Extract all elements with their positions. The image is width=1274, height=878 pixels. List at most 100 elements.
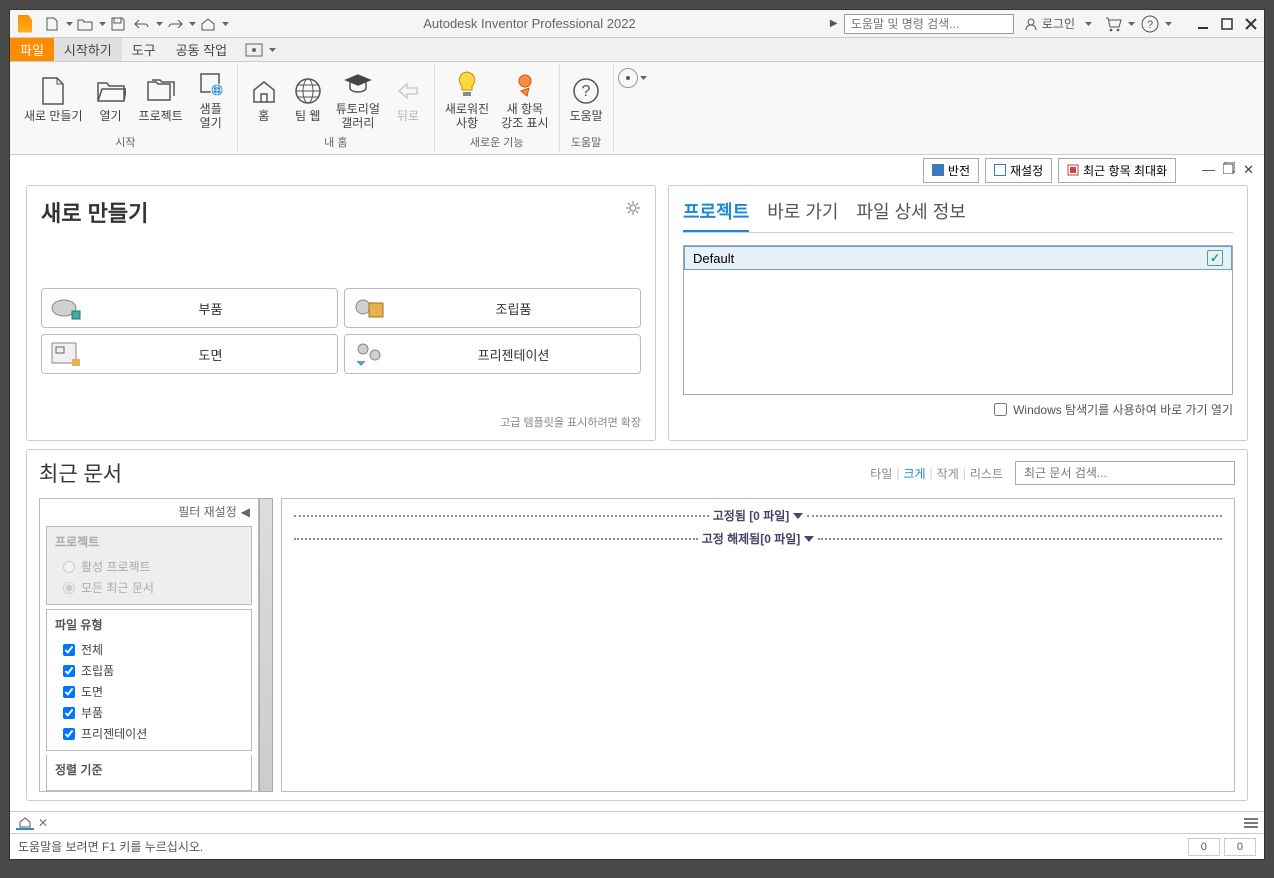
opt-presentation[interactable]: 프리젠테이션 <box>55 723 243 744</box>
template-part-button[interactable]: 부품 <box>41 288 338 328</box>
checkbox-input[interactable] <box>63 644 75 656</box>
open-folder-icon[interactable] <box>76 15 94 33</box>
view-large[interactable]: 크게 <box>903 465 925 482</box>
tpl-label: 도면 <box>84 345 337 364</box>
tab-shortcuts[interactable]: 바로 가기 <box>767 196 838 232</box>
options-dropdown-button[interactable] <box>618 68 638 88</box>
tab-projects[interactable]: 프로젝트 <box>683 196 749 232</box>
unpinned-group-header[interactable]: 고정 해제됨[0 파일] <box>290 530 1226 547</box>
group-label: 고정 해제됨[0 파일] <box>702 530 801 547</box>
advanced-template-hint[interactable]: 고급 템플릿을 표시하려면 확장 <box>41 414 641 430</box>
window-controls <box>1196 17 1258 31</box>
help-button[interactable]: ? 도움말 <box>564 64 609 134</box>
new-file-icon[interactable] <box>43 15 61 33</box>
hamburger-button[interactable] <box>1236 818 1258 828</box>
tutorial-button[interactable]: 튜토리얼 갤러리 <box>330 64 386 134</box>
search-arrow-icon[interactable]: ▶ <box>830 18 840 29</box>
open-folder-icon <box>95 75 127 107</box>
save-icon[interactable] <box>109 15 127 33</box>
highlight-button[interactable]: 새 항목 강조 표시 <box>495 64 555 134</box>
panel-help: ? 도움말 도움말 <box>560 64 614 152</box>
chevron-down-icon[interactable] <box>793 513 803 519</box>
qat-undo[interactable] <box>130 15 163 33</box>
gear-icon[interactable] <box>625 200 641 216</box>
dropdown-arrow-icon[interactable] <box>99 22 106 26</box>
whats-new-button[interactable]: 새로워진 사항 <box>439 64 495 134</box>
close-tab-icon[interactable]: ✕ <box>38 816 48 830</box>
new-button[interactable]: 새로 만들기 <box>18 64 89 134</box>
opt-part[interactable]: 부품 <box>55 702 243 723</box>
qat-redo[interactable] <box>163 15 196 33</box>
login-button[interactable]: 로그인 <box>1018 15 1098 32</box>
sample-open-button[interactable]: 샘플 열기 <box>189 64 233 134</box>
template-presentation-button[interactable]: 프리젠테이션 <box>344 334 641 374</box>
panel-new-features: 새로워진 사항 새 항목 강조 표시 새로운 기능 <box>435 64 560 152</box>
filter-pane: 필터 재설정 ◀ 프로젝트 활성 프로젝트 모든 최근 문서 파일 유형 전체 … <box>39 498 259 792</box>
ribbon-extras[interactable] <box>245 38 276 61</box>
ribbon-tab-tools[interactable]: 도구 <box>122 38 166 61</box>
view-list[interactable]: 리스트 <box>970 465 1003 482</box>
dropdown-arrow-icon[interactable] <box>640 76 647 80</box>
team-web-button[interactable]: 팀 웹 <box>286 64 330 134</box>
tab-file-details[interactable]: 파일 상세 정보 <box>857 196 966 232</box>
filter-reset-button[interactable]: 필터 재설정 ◀ <box>40 499 258 524</box>
dropdown-arrow-icon[interactable] <box>66 22 73 26</box>
checkbox-input[interactable] <box>994 403 1007 416</box>
open-button[interactable]: 열기 <box>89 64 133 134</box>
dropdown-arrow-icon[interactable] <box>222 22 229 26</box>
view-tile[interactable]: 타일 <box>870 465 892 482</box>
view-small[interactable]: 작게 <box>937 465 959 482</box>
minimize-button[interactable] <box>1196 17 1210 31</box>
project-list[interactable]: Default ✓ <box>683 245 1233 395</box>
new-panel-title: 새로 만들기 <box>41 196 641 228</box>
opt-drawing[interactable]: 도면 <box>55 681 243 702</box>
panel-restore-button[interactable] <box>1223 162 1235 178</box>
checkbox-input[interactable] <box>63 728 75 740</box>
home-icon <box>248 75 280 107</box>
ribbon-tabs: 파일 시작하기 도구 공동 작업 <box>10 38 1264 62</box>
divider <box>294 538 698 540</box>
maximize-button[interactable] <box>1220 17 1234 31</box>
cart-icon[interactable] <box>1102 13 1124 35</box>
ribbon-tab-start[interactable]: 시작하기 <box>54 38 122 61</box>
qat-open[interactable] <box>73 15 106 33</box>
explorer-shortcut-checkbox[interactable]: Windows 탐색기를 사용하여 바로 가기 열기 <box>683 401 1233 418</box>
reset-button[interactable]: 재설정 <box>985 158 1052 183</box>
projects-button[interactable]: 프로젝트 <box>133 64 189 134</box>
pinned-group-header[interactable]: 고정됨 [0 파일] <box>290 507 1226 524</box>
ribbon-tab-collab[interactable]: 공동 작업 <box>166 38 237 61</box>
checkbox-input[interactable] <box>63 686 75 698</box>
ribbon-tab-file[interactable]: 파일 <box>10 38 54 61</box>
help-icon[interactable]: ? <box>1139 13 1161 35</box>
undo-icon[interactable] <box>133 15 151 33</box>
invert-button[interactable]: 반전 <box>923 158 979 183</box>
chevron-down-icon[interactable] <box>804 536 814 542</box>
panel-close-button[interactable]: ✕ <box>1243 162 1254 178</box>
dropdown-arrow-icon[interactable] <box>1165 22 1172 26</box>
status-right: 0 0 <box>1188 838 1256 856</box>
dropdown-arrow-icon[interactable] <box>1128 22 1135 26</box>
status-count-1: 0 <box>1188 838 1220 856</box>
home-tab[interactable] <box>16 816 34 830</box>
template-drawing-button[interactable]: 도면 <box>41 334 338 374</box>
dropdown-arrow-icon[interactable] <box>156 22 163 26</box>
bulb-icon <box>451 68 483 100</box>
template-assembly-button[interactable]: 조립품 <box>344 288 641 328</box>
maximize-recent-button[interactable]: 최근 항목 최대화 <box>1058 158 1176 183</box>
project-item-default[interactable]: Default ✓ <box>684 246 1232 270</box>
checkbox-input[interactable] <box>63 665 75 677</box>
home-icon[interactable] <box>199 15 217 33</box>
help-search-input[interactable] <box>844 14 1014 34</box>
redo-icon[interactable] <box>166 15 184 33</box>
home-button[interactable]: 홈 <box>242 64 286 134</box>
opt-assembly[interactable]: 조립품 <box>55 660 243 681</box>
qat-new[interactable] <box>40 15 73 33</box>
close-button[interactable] <box>1244 17 1258 31</box>
dropdown-arrow-icon[interactable] <box>189 22 196 26</box>
scrollbar[interactable] <box>259 498 273 792</box>
qat-home[interactable] <box>196 15 229 33</box>
recent-search-input[interactable] <box>1015 461 1235 485</box>
checkbox-input[interactable] <box>63 707 75 719</box>
opt-all[interactable]: 전체 <box>55 639 243 660</box>
panel-minimize-button[interactable]: — <box>1202 162 1215 178</box>
